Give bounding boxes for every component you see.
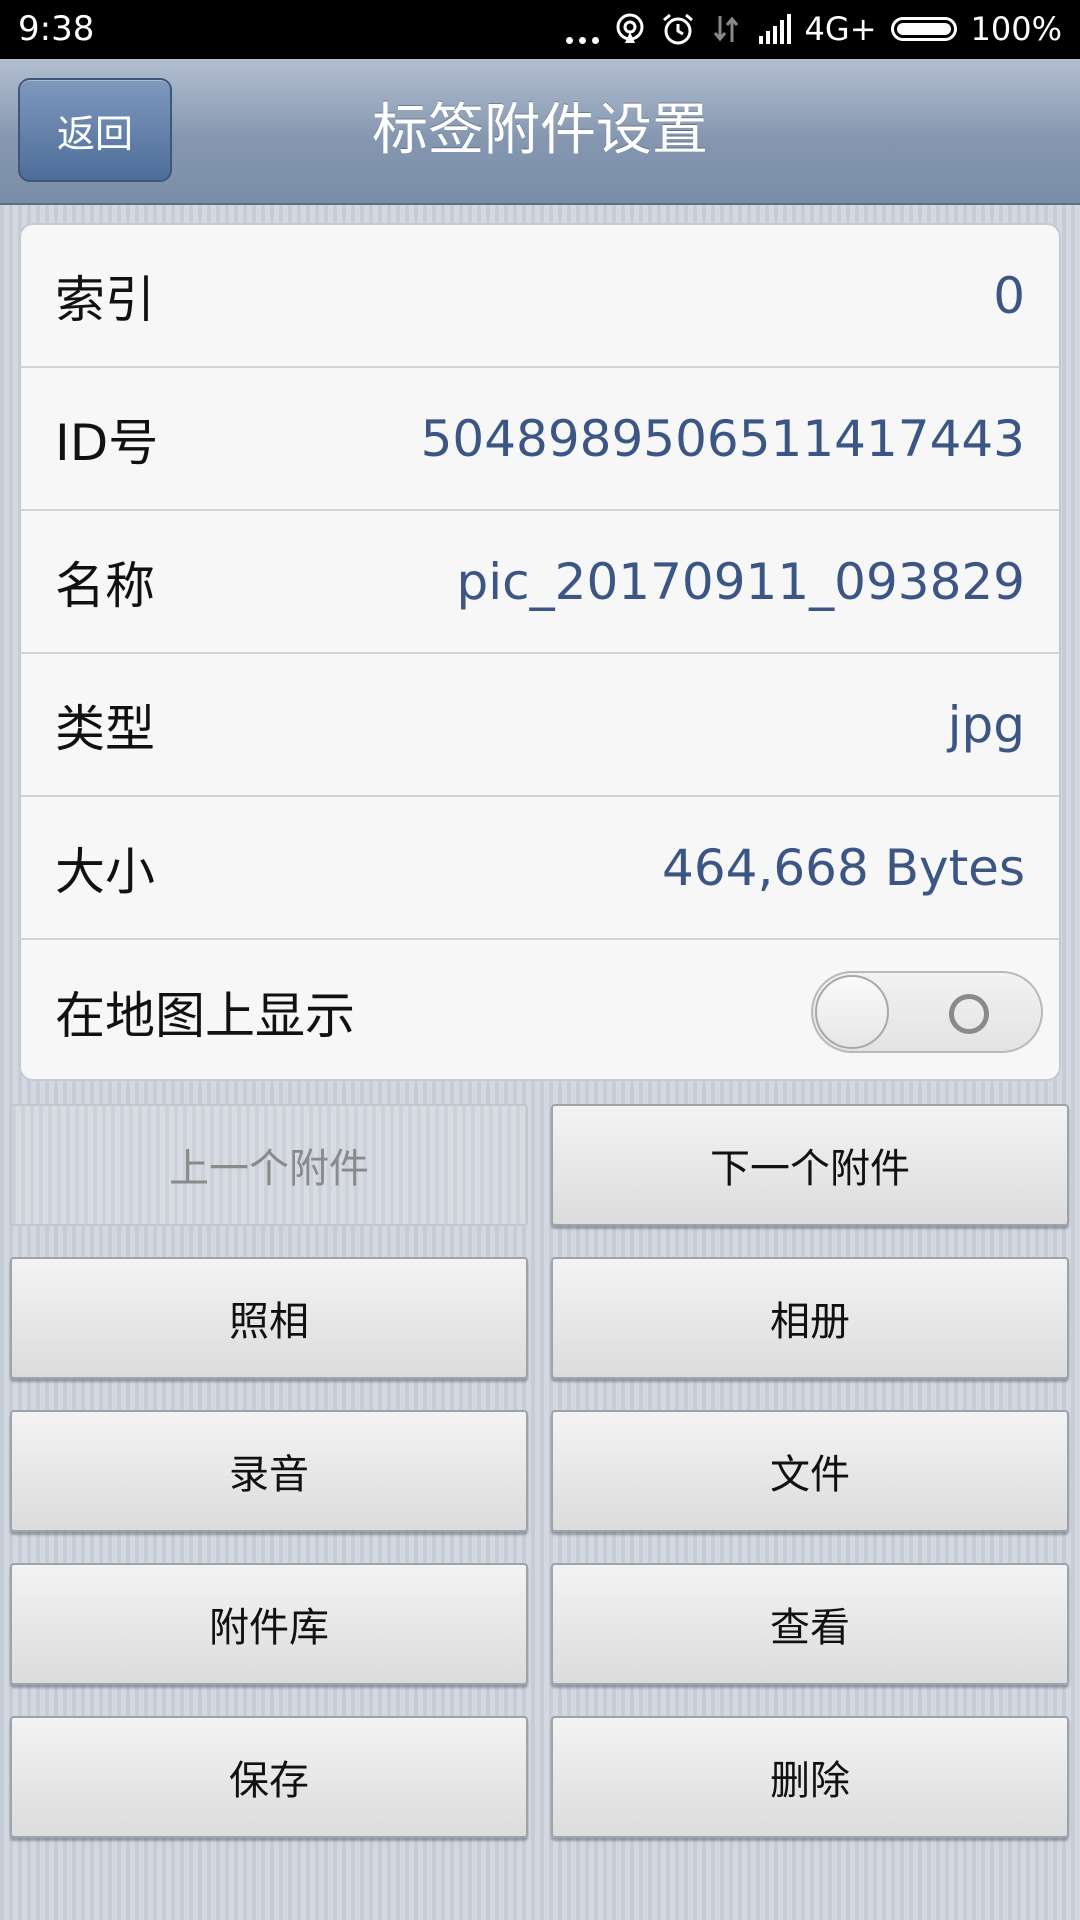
size-value: 464,668 Bytes bbox=[662, 838, 1025, 897]
status-icons: 4G+ 100% bbox=[565, 8, 1062, 50]
attachment-library-button[interactable]: 附件库 bbox=[10, 1563, 528, 1685]
data-arrows-icon bbox=[713, 16, 738, 42]
show-on-map-label: 在地图上显示 bbox=[55, 986, 355, 1045]
file-button[interactable]: 文件 bbox=[551, 1410, 1069, 1532]
id-value: 5048989506511417443 bbox=[420, 409, 1025, 468]
name-label: 名称 bbox=[55, 556, 155, 615]
info-row-index: 索引 0 bbox=[21, 225, 1059, 368]
index-value: 0 bbox=[993, 266, 1025, 325]
network-type: 4G+ bbox=[804, 10, 877, 48]
record-audio-button[interactable]: 录音 bbox=[10, 1410, 528, 1532]
battery-percent: 100% bbox=[970, 10, 1062, 48]
toggle-knob bbox=[815, 974, 889, 1049]
info-row-name: 名称 pic_20170911_093829 bbox=[21, 511, 1059, 654]
id-label: ID号 bbox=[55, 413, 159, 472]
name-value: pic_20170911_093829 bbox=[456, 552, 1025, 611]
battery-icon bbox=[890, 17, 957, 41]
alarm-icon bbox=[662, 13, 693, 45]
signal-icon bbox=[758, 14, 791, 44]
back-button[interactable]: 返回 bbox=[18, 78, 172, 182]
info-row-type: 类型 jpg bbox=[21, 654, 1059, 797]
index-label: 索引 bbox=[55, 270, 155, 329]
size-label: 大小 bbox=[55, 842, 155, 901]
type-value: jpg bbox=[947, 695, 1025, 754]
hotspot-icon bbox=[616, 13, 644, 43]
info-row-size: 大小 464,668 Bytes bbox=[21, 797, 1059, 940]
more-dots-icon bbox=[565, 24, 599, 44]
info-row-show-on-map: 在地图上显示 bbox=[21, 940, 1059, 1079]
camera-button[interactable]: 照相 bbox=[10, 1257, 528, 1379]
status-bar: 9:38 4G+ 100% bbox=[0, 0, 1080, 59]
attachment-info-card: 索引 0 ID号 5048989506511417443 名称 pic_2017… bbox=[19, 223, 1061, 1081]
save-button[interactable]: 保存 bbox=[10, 1716, 528, 1838]
status-time: 9:38 bbox=[18, 9, 95, 49]
delete-button[interactable]: 删除 bbox=[551, 1716, 1069, 1838]
info-row-id: ID号 5048989506511417443 bbox=[21, 368, 1059, 511]
album-button[interactable]: 相册 bbox=[551, 1257, 1069, 1379]
toggle-off-icon bbox=[949, 993, 989, 1034]
next-attachment-button[interactable]: 下一个附件 bbox=[551, 1104, 1069, 1226]
type-label: 类型 bbox=[55, 699, 155, 758]
view-button[interactable]: 查看 bbox=[551, 1563, 1069, 1685]
title-bar: 标签附件设置 返回 bbox=[0, 59, 1080, 205]
prev-attachment-button[interactable]: 上一个附件 bbox=[10, 1104, 528, 1226]
show-on-map-toggle[interactable] bbox=[811, 970, 1043, 1053]
